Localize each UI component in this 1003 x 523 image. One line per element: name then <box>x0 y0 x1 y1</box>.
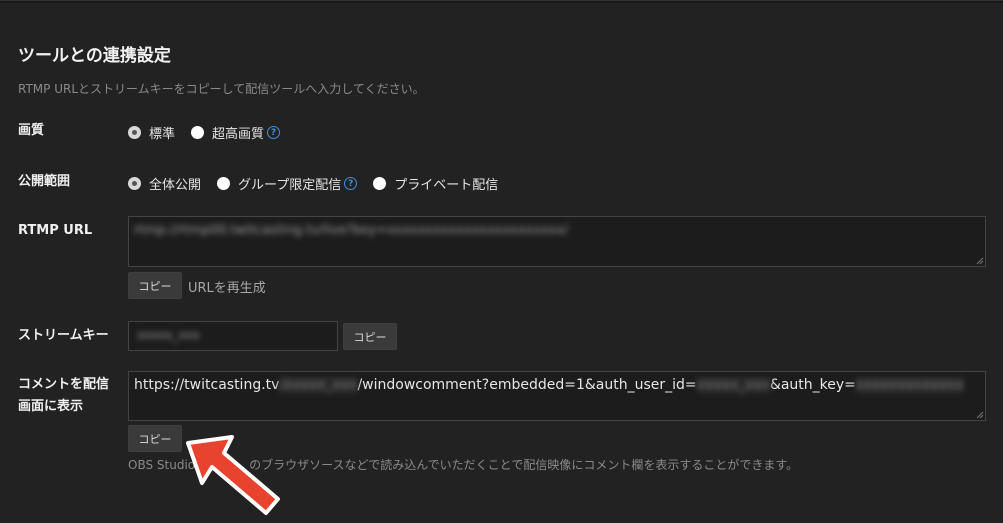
quality-label: 画質 <box>18 123 45 138</box>
stream-key-copy-button[interactable]: コピー <box>343 323 397 350</box>
comment-embed-label-line2: 画面に表示 <box>18 399 84 414</box>
quality-option-standard[interactable]: 標準 <box>128 123 175 142</box>
comment-url-mid2: &auth_key= <box>769 377 856 393</box>
rtmp-copy-button[interactable]: コピー <box>128 272 182 299</box>
rtmp-url-value: rtmp://rtmp00.twitcasting.tv/live?key=xx… <box>134 223 569 238</box>
comment-url-hidden-user: /xxxxx_xxx <box>279 377 358 393</box>
comment-embed-label-line1: コメントを配信 <box>18 377 110 392</box>
rtmp-url-field[interactable]: rtmp://rtmp00.twitcasting.tv/live?key=xx… <box>128 216 986 267</box>
comment-url-mid: /windowcomment?embedded=1&auth_user_id= <box>357 377 697 393</box>
question-circle-icon[interactable]: ? <box>267 126 281 139</box>
comment-url-hidden-id: xxxxx_xxx <box>696 377 770 393</box>
comment-url-hidden-key: xxxxxxxxxxxxx <box>855 377 964 393</box>
quality-radio-group: 標準 超高画質 ? <box>128 123 281 142</box>
stream-key-label: ストリームキー <box>18 328 109 343</box>
comment-embed-copy-button[interactable]: コピー <box>128 425 182 452</box>
rtmp-label: RTMP URL <box>18 223 93 238</box>
visibility-option-public[interactable]: 全体公開 <box>128 174 201 193</box>
radio-checked-icon[interactable] <box>128 177 141 190</box>
radio-unchecked-icon[interactable] <box>191 126 205 139</box>
question-circle-icon[interactable]: ? <box>344 177 358 190</box>
resize-handle-icon[interactable] <box>976 411 984 419</box>
note-suffix: のブラウザソースなどで読み込んでいただくことで配信映像にコメント欄を表示すること… <box>249 458 799 472</box>
top-strip <box>0 1 1003 3</box>
visibility-radio-group: 全体公開 グループ限定配信 ? プライベート配信 <box>128 174 514 193</box>
stream-key-field[interactable]: xxxxx_xxx <box>128 321 338 351</box>
quality-option-ultra[interactable]: 超高画質 <box>191 123 264 142</box>
comment-url-prefix: https://twitcasting.tv <box>134 377 280 393</box>
section-title: ツールとの連携設定 <box>18 46 171 66</box>
comment-embed-url-field[interactable]: https://twitcasting.tv/xxxxx_xxx/windowc… <box>128 371 986 421</box>
radio-checked-icon[interactable] <box>128 126 141 139</box>
visibility-label: 公開範囲 <box>18 174 71 189</box>
visibility-option-label: グループ限定配信 <box>238 178 342 193</box>
quality-option-label: 標準 <box>149 127 176 142</box>
section-description: RTMP URLとストリームキーをコピーして配信ツールへ入力してください。 <box>18 82 425 96</box>
visibility-option-private[interactable]: プライベート配信 <box>373 174 498 193</box>
stream-key-value: xxxxx_xxx <box>137 328 200 342</box>
resize-handle-icon[interactable] <box>976 257 984 265</box>
regenerate-url-link[interactable]: URLを再生成 <box>188 277 266 296</box>
visibility-option-label: 全体公開 <box>149 178 202 193</box>
settings-panel: ツールとの連携設定 RTMP URLとストリームキーをコピーして配信ツールへ入力… <box>0 0 1003 523</box>
visibility-option-label: プライベート配信 <box>394 178 499 193</box>
red-arrow-pointer-icon <box>186 435 280 515</box>
radio-unchecked-icon[interactable] <box>373 177 387 190</box>
quality-option-label: 超高画質 <box>212 127 265 142</box>
visibility-option-group[interactable]: グループ限定配信 <box>217 174 341 193</box>
radio-unchecked-icon[interactable] <box>217 177 231 190</box>
